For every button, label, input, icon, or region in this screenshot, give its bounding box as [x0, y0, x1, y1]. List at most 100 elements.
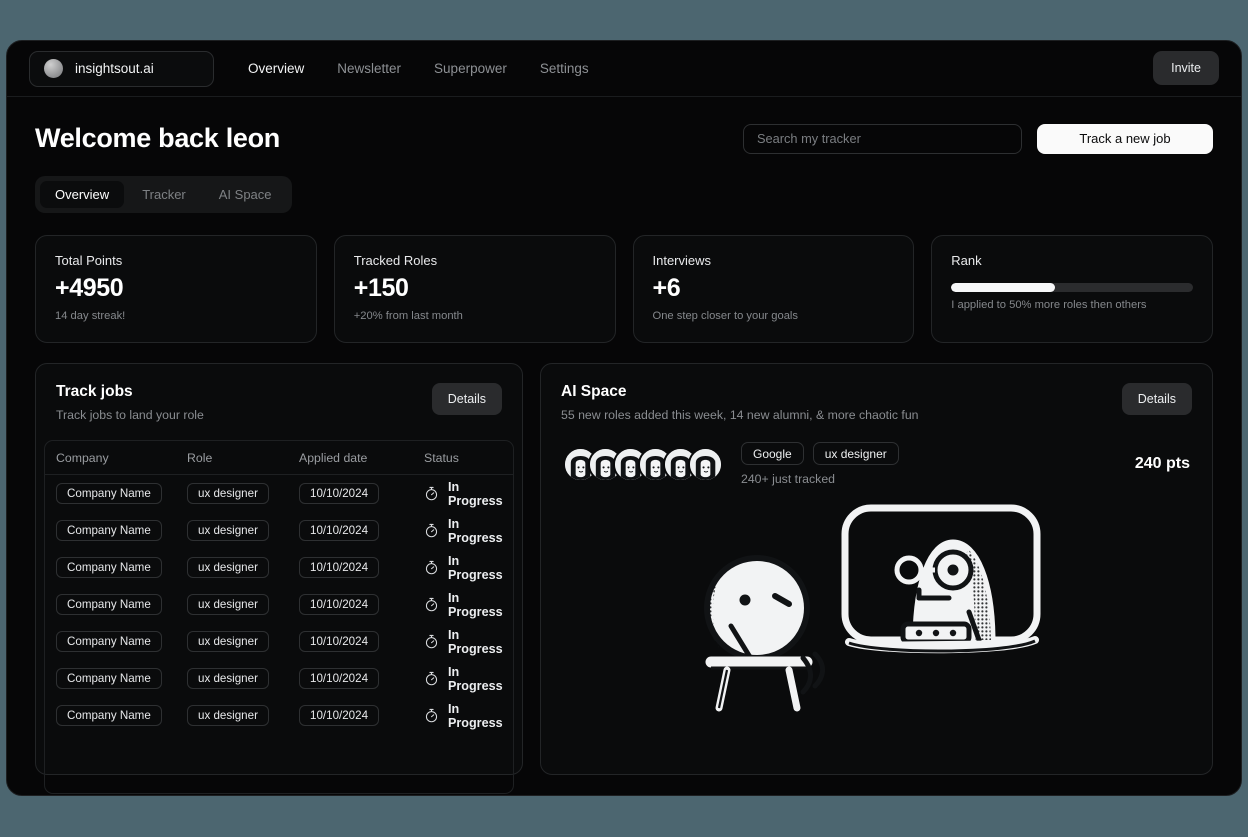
cell-role: ux designer — [187, 483, 299, 504]
tag-google[interactable]: Google — [741, 442, 804, 465]
track-jobs-heading-group: Track jobs Track jobs to land your role — [56, 383, 204, 422]
column-header-applied-date: Applied date — [299, 450, 368, 465]
track-jobs-subtitle: Track jobs to land your role — [56, 408, 204, 422]
ai-space-tags: Google ux designer — [741, 442, 899, 465]
points-label: 240 pts — [1134, 455, 1190, 472]
stat-title: Rank — [951, 253, 982, 268]
status-badge: In Progress — [448, 664, 503, 693]
stopwatch-icon — [425, 523, 438, 538]
invite-button[interactable]: Invite — [1153, 51, 1219, 85]
ai-space-title: AI Space — [561, 383, 627, 400]
status-badge: In Progress — [448, 590, 503, 619]
avatar[interactable] — [688, 446, 723, 482]
cell-applied-date: 10/10/2024 — [299, 668, 424, 689]
stat-card-tracked-roles: Tracked Roles +150 +20% from last month — [333, 235, 616, 343]
applied-date-chip: 10/10/2024 — [299, 594, 380, 615]
tab-ai-space[interactable]: AI Space — [204, 181, 287, 208]
track-jobs-title: Track jobs — [56, 383, 133, 400]
ai-space-illustration — [541, 490, 1212, 720]
track-jobs-table: Company Role Applied date Status Company… — [44, 440, 514, 794]
cell-company: Company Name — [51, 557, 187, 578]
header-actions: Track a new job — [743, 123, 1213, 154]
table-row[interactable]: Company Name ux designer 10/10/2024 In Pro… — [45, 586, 513, 623]
stat-card-row: Total Points +4950 14 day streak! Tracke… — [35, 235, 1213, 343]
page-body: Welcome back leon Track a new job Overvi… — [7, 97, 1241, 794]
company-chip: Company Name — [56, 483, 162, 504]
cell-status: In Progress — [424, 628, 507, 656]
stat-subtitle: +20% from last month — [353, 310, 463, 322]
search-input[interactable] — [743, 123, 1022, 154]
tag-ux-designer[interactable]: ux designer — [812, 442, 899, 465]
stat-value: +6 — [652, 274, 681, 302]
nav-links: Overview Newsletter Superpower Settings — [248, 61, 589, 76]
track-new-job-button[interactable]: Track a new job — [1037, 123, 1213, 154]
app-window: insightsout.ai Overview Newsletter Super… — [6, 40, 1242, 796]
stat-subtitle: I applied to 50% more roles then others — [951, 299, 1147, 311]
table-body: Company Name ux designer 10/10/2024 In Pro… — [45, 475, 513, 734]
status-badge: In Progress — [448, 701, 503, 730]
applied-date-chip: 10/10/2024 — [299, 705, 380, 726]
stopwatch-icon — [425, 486, 438, 501]
status-badge: In Progress — [448, 627, 503, 656]
cell-role: ux designer — [187, 557, 299, 578]
company-chip: Company Name — [56, 520, 162, 541]
table-row[interactable]: Company Name ux designer 10/10/2024 In Pro… — [45, 475, 513, 512]
avatar-face-icon — [690, 448, 721, 480]
ai-space-panel: AI Space 55 new roles added this week, 1… — [540, 363, 1213, 775]
ai-space-heading-group: AI Space 55 new roles added this week, 1… — [561, 383, 919, 422]
cell-status: In Progress — [424, 665, 507, 693]
status-badge: In Progress — [448, 553, 503, 582]
stopwatch-icon — [425, 634, 438, 649]
nav-link-settings[interactable]: Settings — [540, 61, 589, 76]
stat-subtitle: One step closer to your goals — [652, 310, 799, 322]
stat-title: Tracked Roles — [353, 253, 438, 268]
page-title: Welcome back leon — [35, 123, 280, 153]
person-at-desk-with-screen-illustration — [703, 504, 1040, 712]
cell-status: In Progress — [424, 480, 507, 508]
stopwatch-icon — [425, 560, 438, 575]
role-chip: ux designer — [187, 483, 269, 504]
avatar-stack — [563, 446, 723, 482]
nav-link-overview[interactable]: Overview — [248, 61, 304, 76]
cell-status: In Progress — [424, 591, 507, 619]
applied-date-chip: 10/10/2024 — [299, 631, 380, 652]
nav-link-superpower[interactable]: Superpower — [434, 61, 507, 76]
track-jobs-panel: Track jobs Track jobs to land your role … — [35, 363, 523, 794]
stopwatch-icon — [425, 671, 438, 686]
cell-applied-date: 10/10/2024 — [299, 631, 424, 652]
cell-applied-date: 10/10/2024 — [299, 594, 424, 615]
rank-progress-fill — [951, 283, 1056, 292]
table-header-row: Company Role Applied date Status — [45, 441, 513, 475]
table-row[interactable]: Company Name ux designer 10/10/2024 In Pro… — [45, 623, 513, 660]
stat-value: +150 — [353, 274, 409, 302]
table-row[interactable]: Company Name ux designer 10/10/2024 In Pro… — [45, 549, 513, 586]
ai-space-details-button[interactable]: Details — [1121, 383, 1192, 415]
ai-space-meta: Google ux designer 240+ just tracked — [741, 442, 899, 486]
nav-link-newsletter[interactable]: Newsletter — [337, 61, 401, 76]
cell-role: ux designer — [187, 705, 299, 726]
cell-role: ux designer — [187, 520, 299, 541]
applied-date-chip: 10/10/2024 — [299, 557, 380, 578]
tab-tracker[interactable]: Tracker — [127, 181, 201, 208]
stopwatch-icon — [425, 708, 438, 723]
company-chip: Company Name — [56, 594, 162, 615]
stat-title: Total Points — [55, 253, 123, 268]
cell-company: Company Name — [51, 520, 187, 541]
page-header-row: Welcome back leon Track a new job — [35, 123, 1213, 154]
company-chip: Company Name — [56, 668, 162, 689]
table-row[interactable]: Company Name ux designer 10/10/2024 In Pro… — [45, 660, 513, 697]
table-row[interactable]: Company Name ux designer 10/10/2024 In Pro… — [45, 697, 513, 734]
table-row[interactable]: Company Name ux designer 10/10/2024 In Pro… — [45, 512, 513, 549]
rank-progress-bar — [951, 283, 1193, 292]
brand-chip[interactable]: insightsout.ai — [29, 50, 214, 87]
ai-space-summary-row: Google ux designer 240+ just tracked 240… — [541, 422, 1212, 486]
cell-applied-date: 10/10/2024 — [299, 705, 424, 726]
track-jobs-details-button[interactable]: Details — [431, 383, 502, 415]
stat-title: Interviews — [652, 253, 712, 268]
cell-applied-date: 10/10/2024 — [299, 520, 424, 541]
role-chip: ux designer — [187, 631, 269, 652]
tab-overview[interactable]: Overview — [40, 181, 125, 208]
brand-avatar-icon — [44, 59, 63, 78]
stat-subtitle: 14 day streak! — [55, 310, 126, 322]
cell-company: Company Name — [51, 594, 187, 615]
